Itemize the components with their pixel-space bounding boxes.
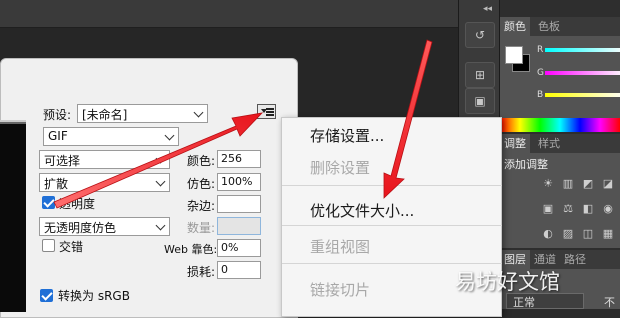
annotation-arrows bbox=[53, 39, 433, 209]
watermark-text: 易坊好文馆 bbox=[455, 270, 560, 294]
arrow-to-menu-button bbox=[53, 112, 264, 209]
arrow-to-optimize-item bbox=[383, 39, 433, 199]
